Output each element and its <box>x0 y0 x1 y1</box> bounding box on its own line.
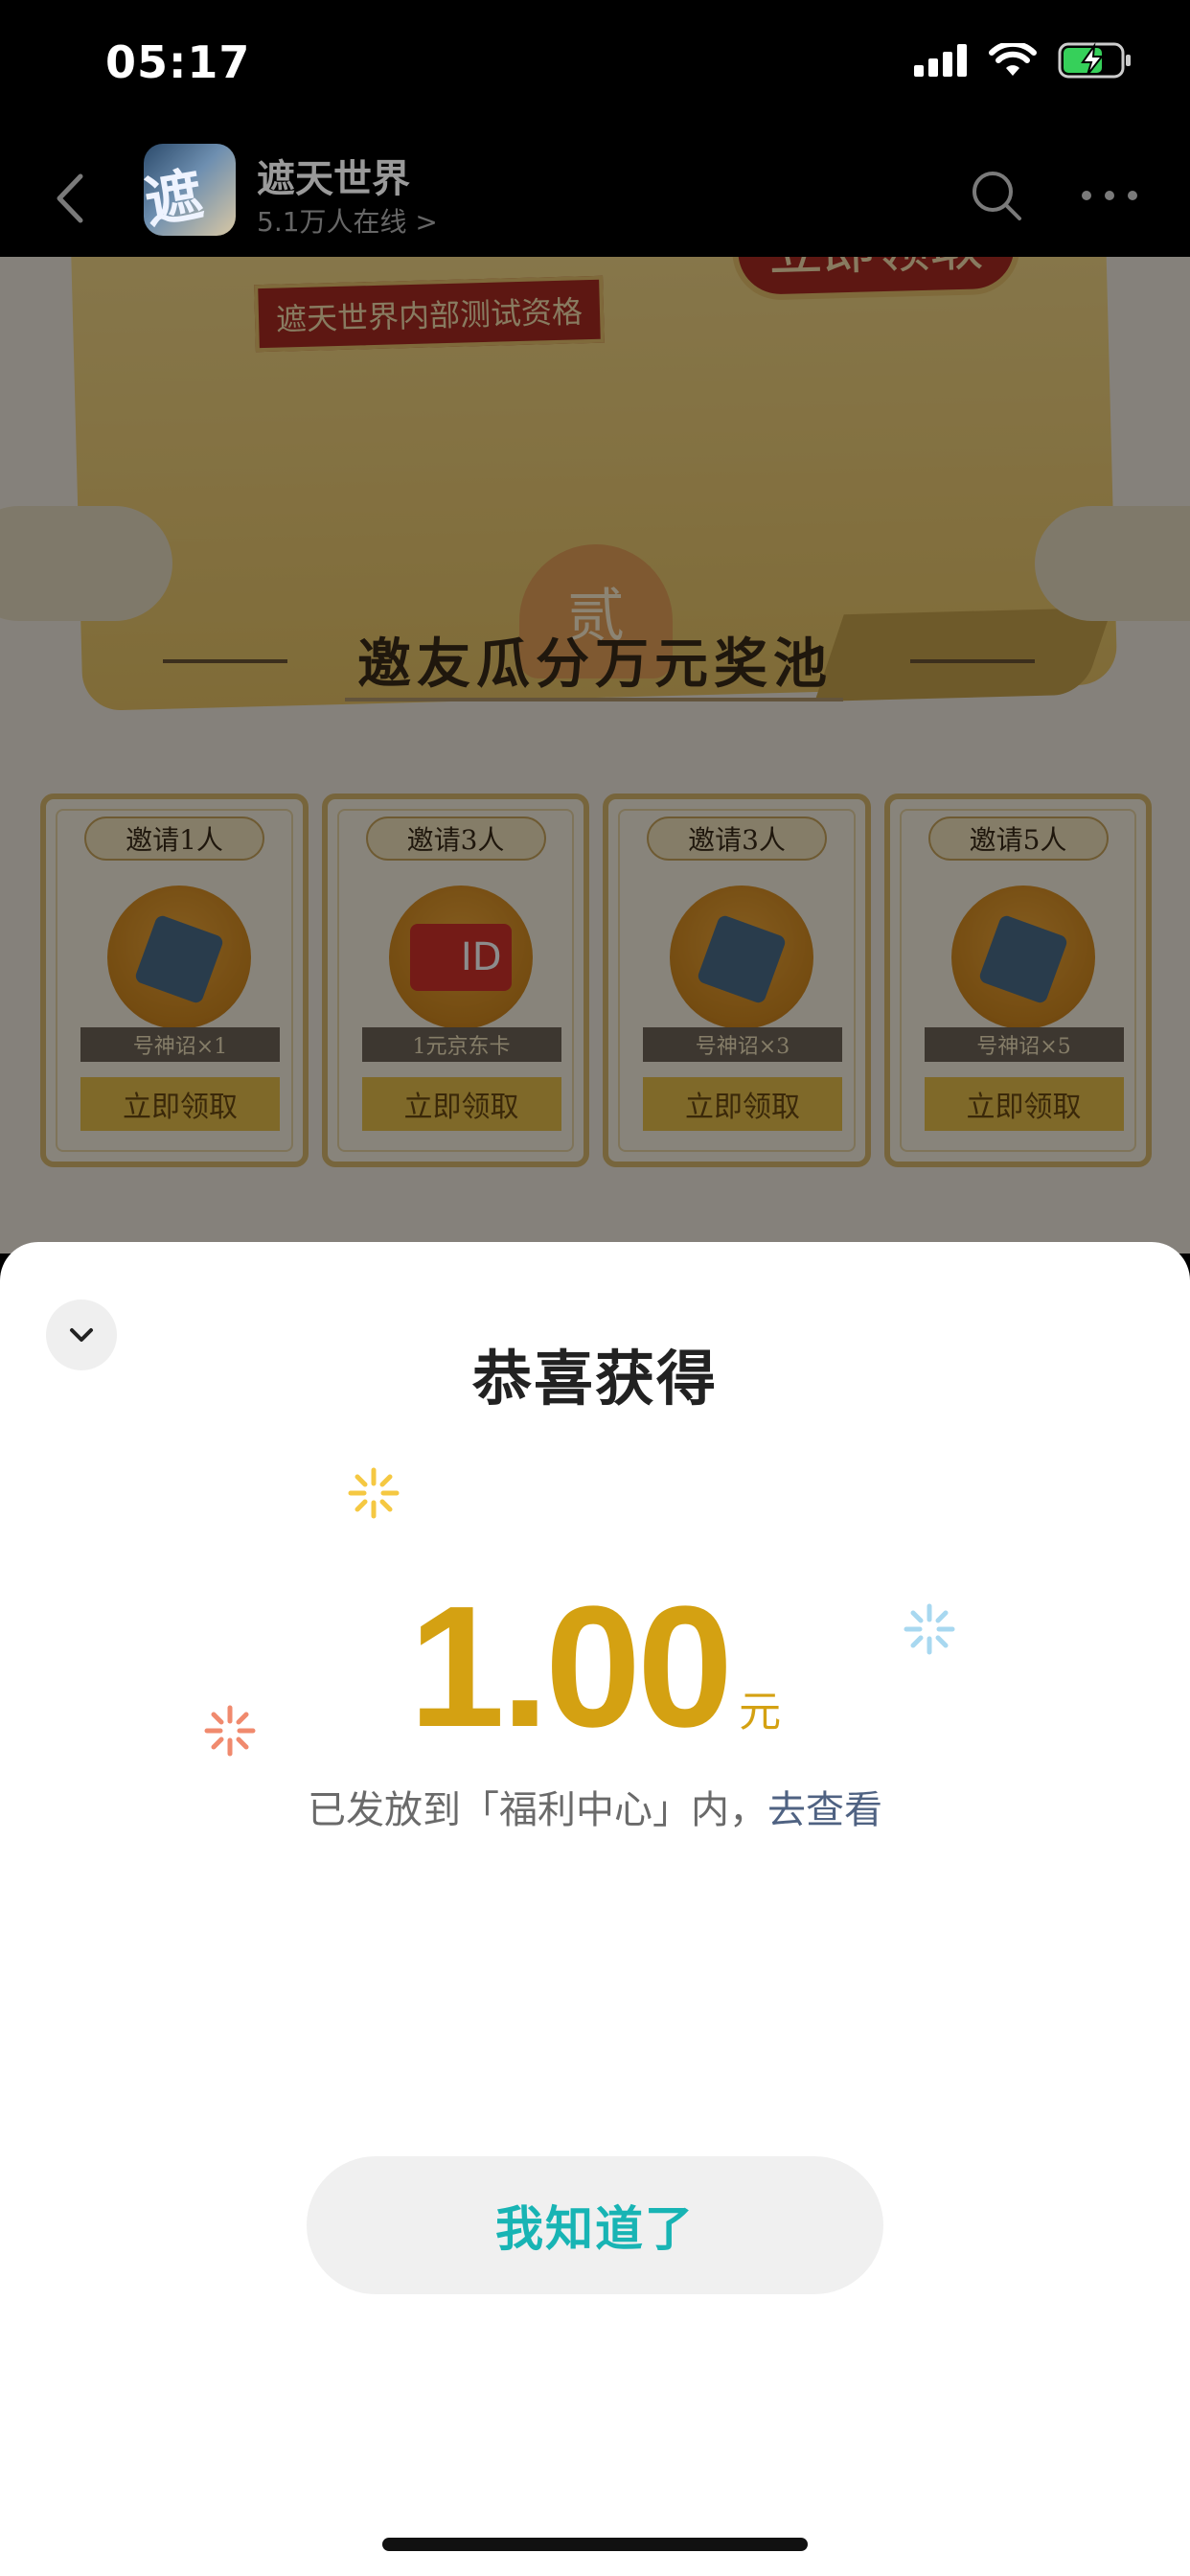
search-icon[interactable] <box>968 167 1025 224</box>
status-bar: 05:17 <box>0 0 1190 144</box>
status-icons <box>914 42 1133 79</box>
home-indicator <box>382 2538 808 2551</box>
app-icon[interactable]: 遮天 <box>144 144 236 236</box>
reward-description: 已发放到「福利中心」内，去查看 <box>0 1779 1190 1834</box>
app-title[interactable]: 遮天世界 <box>257 148 410 203</box>
description-text: 已发放到「福利中心」内， <box>308 1788 767 1832</box>
sparkle-icon <box>348 1467 400 1519</box>
online-count[interactable]: 5.1万人在线 > <box>257 201 438 240</box>
battery-charging-icon <box>1058 42 1131 79</box>
view-link[interactable]: 去查看 <box>767 1788 882 1832</box>
back-icon[interactable] <box>38 165 105 232</box>
app-icon-glyph: 遮天 <box>144 161 209 236</box>
reward-sheet: 恭喜获得 1.00 元 已发放到「福利中心」内，去查看 我知道了 <box>0 1242 1190 2576</box>
sheet-title: 恭喜获得 <box>471 1344 718 1414</box>
reward-amount: 1.00 元 <box>0 1568 1190 1766</box>
modal-overlay[interactable] <box>0 257 1190 1254</box>
confirm-button[interactable]: 我知道了 <box>307 2156 883 2294</box>
more-icon[interactable] <box>1079 186 1140 205</box>
wifi-icon <box>989 43 1037 76</box>
nav-bar: 遮天 遮天世界 5.1万人在线 > <box>0 144 1190 257</box>
amount-value: 1.00 <box>408 1571 733 1763</box>
status-time: 05:17 <box>105 36 251 88</box>
amount-unit: 元 <box>739 1688 782 1736</box>
cellular-signal-icon <box>914 44 967 77</box>
